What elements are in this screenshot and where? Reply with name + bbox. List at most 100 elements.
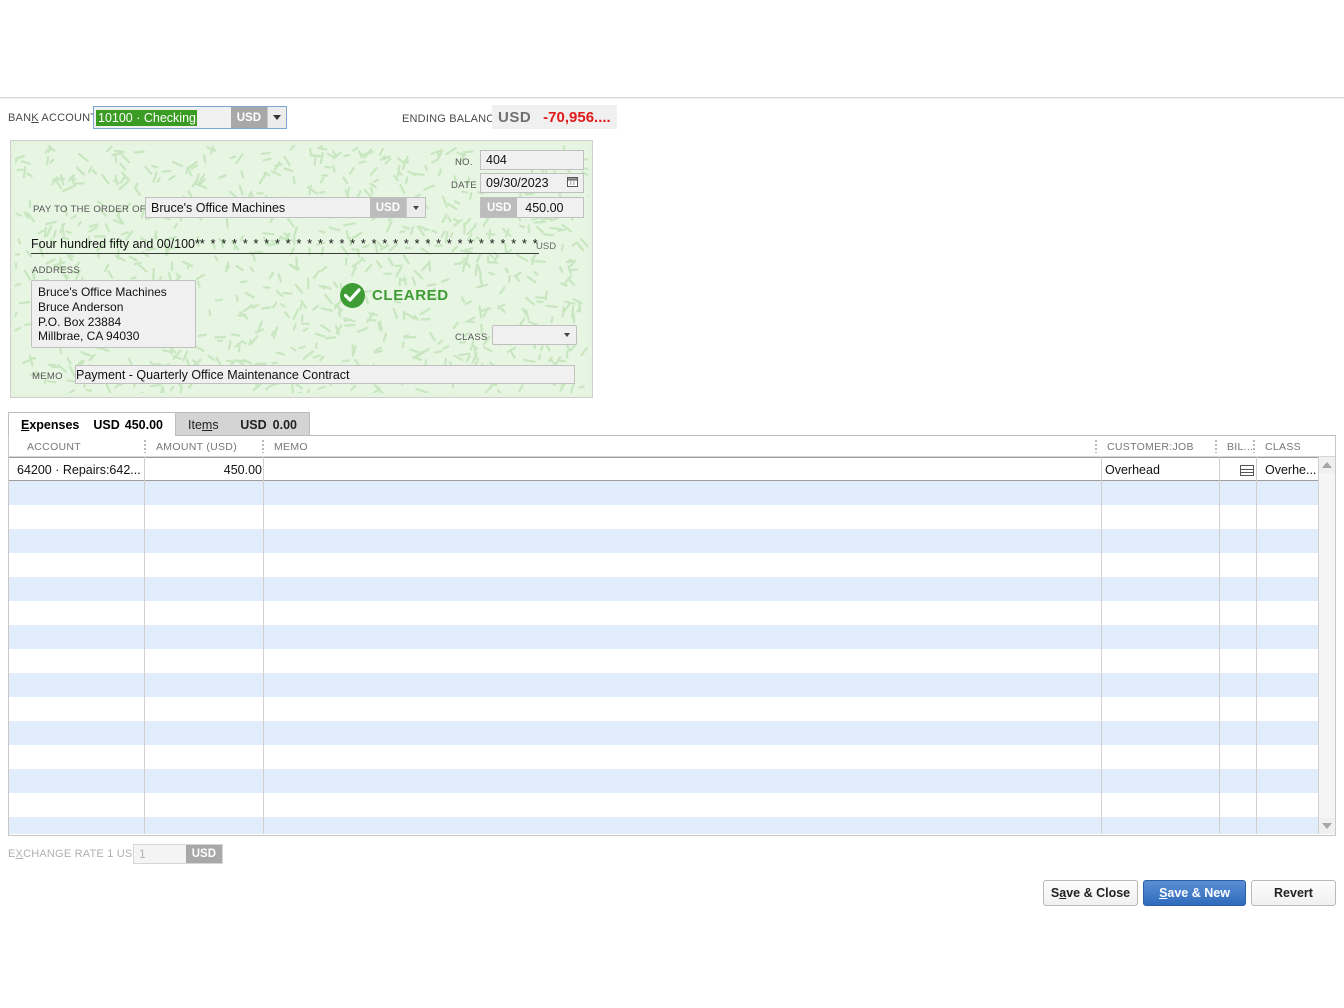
cell-account[interactable]: 64200 · Repairs:642...	[17, 458, 142, 482]
check-date-value: 09/30/2023	[486, 176, 549, 190]
check-class-select[interactable]	[492, 325, 577, 345]
cell-memo[interactable]	[275, 458, 1085, 482]
column-divider-5[interactable]	[1253, 440, 1255, 453]
column-header-amount[interactable]: AMOUNT (USD)	[156, 436, 237, 457]
calendar-icon[interactable]	[567, 176, 578, 190]
scroll-up-button[interactable]	[1319, 457, 1335, 473]
table-row-empty[interactable]	[9, 529, 1335, 553]
check-number-input[interactable]: 404	[480, 150, 584, 170]
check-date-input[interactable]: 09/30/2023	[480, 173, 584, 193]
grid-header-row: ACCOUNT AMOUNT (USD) MEMO CUSTOMER:JOB B…	[9, 436, 1335, 457]
table-row-empty[interactable]	[9, 721, 1335, 745]
table-row-empty[interactable]	[9, 553, 1335, 577]
exchange-rate-label: EXCHANGE RATE 1 USD =	[8, 848, 151, 860]
table-row-empty[interactable]	[9, 625, 1335, 649]
tab-items-label: Items	[188, 417, 219, 432]
column-header-account[interactable]: ACCOUNT	[27, 436, 81, 457]
check-window: BANK ACCOUNT 10100 · Checking USD ENDING…	[0, 0, 1344, 1008]
table-row-empty[interactable]	[9, 505, 1335, 529]
cell-class[interactable]: Overhe...	[1265, 458, 1320, 482]
cleared-label: CLEARED	[372, 287, 449, 304]
memo-label: MEMO	[32, 371, 63, 382]
save-and-close-button[interactable]: Sa ve & Close	[1043, 880, 1138, 906]
table-row-empty[interactable]	[9, 745, 1335, 769]
table-row-empty[interactable]	[9, 577, 1335, 601]
chevron-down-icon[interactable]	[564, 333, 570, 337]
column-header-class[interactable]: CLASS	[1265, 436, 1301, 457]
exchange-rate-currency-badge: USD	[185, 845, 222, 863]
grid-vertical-scrollbar[interactable]	[1318, 457, 1335, 834]
ending-balance-amount: -70,956....	[543, 108, 611, 126]
column-header-billable[interactable]: BIL...	[1227, 436, 1253, 457]
column-header-memo[interactable]: MEMO	[274, 436, 308, 457]
table-row-empty[interactable]	[9, 481, 1335, 505]
amount-currency-badge: USD	[481, 198, 518, 217]
cell-customer-job[interactable]: Overhead	[1105, 458, 1210, 482]
bank-account-label: BANK ACCOUNT	[8, 112, 98, 124]
tab-items[interactable]: Items USD 0.00	[175, 412, 311, 436]
table-row-empty[interactable]	[9, 673, 1335, 697]
payee-value: Bruce's Office Machines	[151, 200, 286, 215]
table-row-empty[interactable]	[9, 697, 1335, 721]
address-box[interactable]: Bruce's Office Machines Bruce Anderson P…	[31, 280, 196, 348]
expenses-grid: ACCOUNT AMOUNT (USD) MEMO CUSTOMER:JOB B…	[8, 436, 1336, 836]
table-row-empty[interactable]	[9, 769, 1335, 793]
address-line-2: Bruce Anderson	[38, 299, 124, 314]
scroll-down-button[interactable]	[1319, 818, 1335, 834]
table-row-empty[interactable]	[9, 649, 1335, 673]
grid-body: 64200 · Repairs:642... 450.00 Overhead O…	[9, 457, 1335, 834]
table-row-empty[interactable]	[9, 601, 1335, 625]
table-row[interactable]: 64200 · Repairs:642... 450.00 Overhead O…	[9, 457, 1335, 481]
column-divider-3[interactable]	[1095, 440, 1097, 453]
column-header-customer-job[interactable]: CUSTOMER:JOB	[1107, 436, 1194, 457]
bank-account-currency-badge: USD	[230, 107, 267, 128]
column-divider-2[interactable]	[262, 440, 264, 453]
amount-in-words-currency: USD	[536, 241, 557, 252]
check-face: NO. 404 DATE 09/30/2023 PAY TO THE ORDER…	[10, 140, 593, 398]
ending-balance-label: ENDING BALANCE	[402, 113, 502, 125]
grid-vline-account	[144, 457, 145, 834]
exchange-rate-input[interactable]: 1 USD	[133, 844, 223, 864]
pay-to-the-order-of-label: PAY TO THE ORDER OF	[33, 204, 146, 215]
bank-account-dropdown-button[interactable]	[267, 107, 286, 128]
address-line-4: Millbrae, CA 94030	[38, 329, 140, 344]
bank-account-select[interactable]: 10100 · Checking USD	[93, 106, 287, 129]
payee-dropdown-button[interactable]	[406, 198, 425, 217]
table-row-empty[interactable]	[9, 793, 1335, 817]
check-circle-icon	[340, 283, 365, 308]
tab-expenses-currency: USD	[93, 417, 120, 432]
top-divider-highlight	[0, 98, 1344, 99]
address-line-3: P.O. Box 23884	[38, 314, 122, 329]
exchange-rate-value: 1	[139, 847, 146, 861]
triangle-up-icon	[1322, 462, 1332, 468]
check-date-label: DATE	[451, 180, 477, 191]
billable-icon	[1240, 464, 1254, 476]
chevron-down-icon	[273, 115, 281, 120]
payee-select[interactable]: Bruce's Office Machines USD	[145, 197, 426, 218]
check-face-inner: NO. 404 DATE 09/30/2023 PAY TO THE ORDER…	[15, 145, 588, 393]
ending-balance-box: USD -70,956....	[492, 105, 617, 129]
cleared-stamp: CLEARED	[340, 283, 449, 308]
grid-vline-billable	[1256, 457, 1257, 834]
save-and-new-button[interactable]: Save & New	[1143, 880, 1246, 906]
amount-in-words-fill: * * * * * * * * * * * * * * * * * * * * …	[199, 237, 539, 251]
column-divider-1[interactable]	[144, 440, 146, 453]
memo-input[interactable]: Payment - Quarterly Office Maintenance C…	[75, 365, 575, 384]
cell-billable[interactable]	[1237, 458, 1257, 482]
cell-amount[interactable]: 450.00	[149, 458, 262, 482]
address-label: ADDRESS	[32, 265, 81, 276]
amount-in-words-text: Four hundred fifty and 00/100*	[31, 237, 200, 251]
expense-item-tabs: Expenses USD 450.00 Items USD 0.00	[8, 412, 311, 436]
tab-items-currency: USD	[240, 417, 267, 432]
column-divider-4[interactable]	[1215, 440, 1217, 453]
revert-button[interactable]: Revert	[1251, 880, 1336, 906]
grid-vline-customer	[1219, 457, 1220, 834]
amount-in-words[interactable]: Four hundred fifty and 00/100** * * * * …	[31, 237, 539, 254]
table-row-empty[interactable]	[9, 817, 1335, 834]
chevron-down-icon	[413, 205, 419, 210]
tab-expenses[interactable]: Expenses USD 450.00	[8, 412, 177, 436]
bank-account-value-wrap[interactable]: 10100 · Checking	[94, 107, 231, 128]
memo-value: Payment - Quarterly Office Maintenance C…	[76, 367, 350, 382]
check-no-label: NO.	[455, 157, 473, 168]
check-amount-input[interactable]: USD 450.00	[480, 197, 584, 218]
